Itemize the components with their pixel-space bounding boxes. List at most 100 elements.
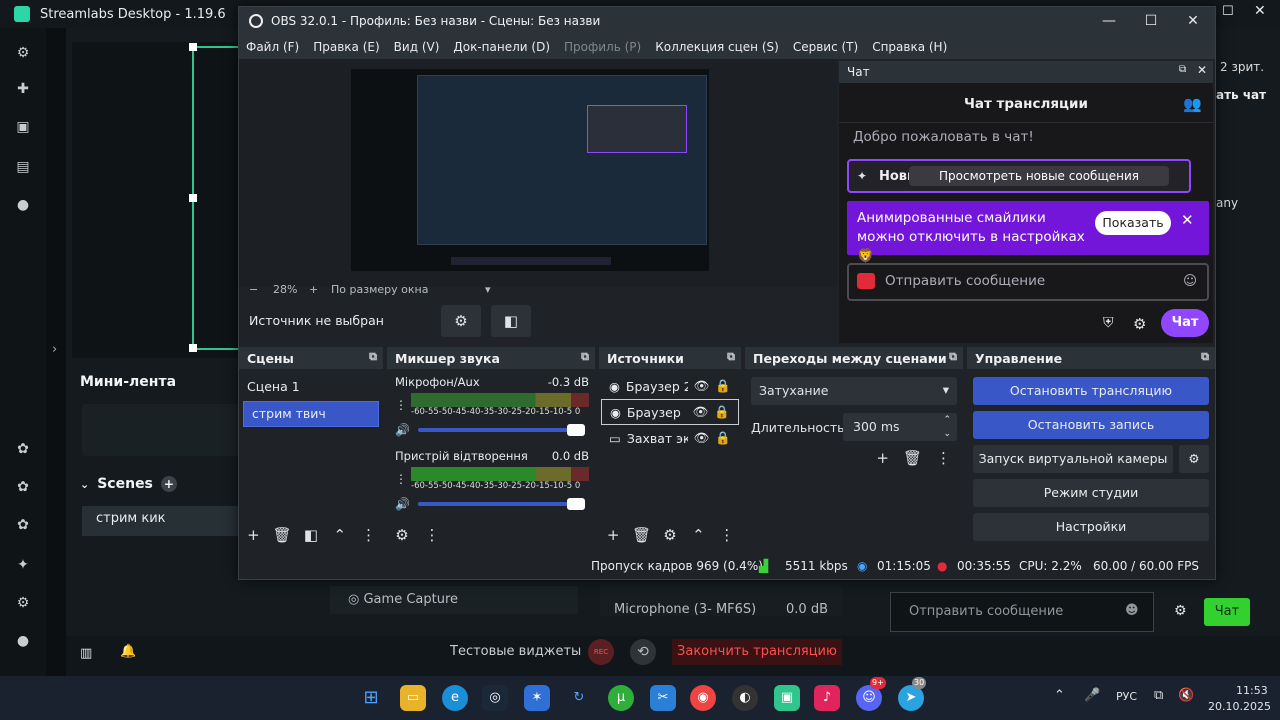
up-icon[interactable]: ⌃ bbox=[684, 526, 712, 544]
more-icon[interactable]: ⋮ bbox=[417, 526, 447, 544]
popout-icon[interactable]: ⧉ bbox=[1179, 64, 1186, 75]
preview-canvas[interactable] bbox=[351, 69, 709, 271]
test-widgets-button[interactable]: Тестовые виджеты bbox=[450, 644, 581, 659]
chevron-down-icon[interactable]: ⌄ bbox=[80, 478, 89, 491]
menu-help[interactable]: Справка (H) bbox=[865, 40, 954, 54]
duration-spinbox[interactable]: 300 ms ⌃ ⌄ bbox=[843, 413, 957, 441]
sl-chat-settings-icon[interactable]: ⚙ bbox=[1174, 603, 1187, 619]
emoji-icon[interactable]: ☺ bbox=[1183, 273, 1197, 289]
refresh-app-icon[interactable]: ↻ bbox=[566, 685, 592, 711]
sl-scene-item[interactable]: стрим кик bbox=[82, 506, 242, 536]
integration-icon[interactable]: ✿ bbox=[14, 516, 32, 534]
slider-knob[interactable] bbox=[567, 498, 585, 510]
settings-button[interactable]: Настройки bbox=[973, 513, 1209, 541]
obs-taskbar-icon[interactable]: ◐ bbox=[732, 685, 758, 711]
streamlabs-taskbar-icon[interactable]: ▣ bbox=[774, 685, 800, 711]
advanced-audio-icon[interactable]: ⚙ bbox=[387, 526, 417, 544]
filter-icon[interactable]: ◧ bbox=[297, 526, 326, 544]
add-icon[interactable]: + bbox=[599, 526, 627, 544]
channel-menu-icon[interactable]: ⋮ bbox=[395, 398, 407, 412]
tiktok-icon[interactable]: ♪ bbox=[814, 685, 840, 711]
sl-selection-frame[interactable] bbox=[189, 43, 240, 352]
more-icon[interactable]: ⋮ bbox=[936, 449, 951, 467]
chrome-icon[interactable]: ◉ bbox=[690, 685, 716, 711]
source-item-selected[interactable]: ◉ Браузер 👁 🔒 bbox=[601, 399, 739, 425]
source-properties-icon[interactable]: ⚙ bbox=[441, 305, 481, 337]
add-icon[interactable]: + bbox=[876, 449, 889, 467]
gear-icon[interactable]: ⚙ bbox=[656, 526, 684, 544]
more-icon[interactable]: ⋮ bbox=[713, 526, 741, 544]
utorrent-icon[interactable]: μ bbox=[608, 685, 634, 711]
menu-docks[interactable]: Док-панели (D) bbox=[446, 40, 557, 54]
discord-icon[interactable]: ✿ bbox=[14, 440, 32, 458]
resize-handle[interactable] bbox=[189, 194, 197, 202]
more-icon[interactable]: ⋮ bbox=[354, 526, 383, 544]
edge-icon[interactable]: e bbox=[442, 685, 468, 711]
fit-dropdown-icon[interactable]: ▾ bbox=[485, 283, 491, 296]
fit-select[interactable]: По размеру окна bbox=[331, 283, 428, 296]
add-icon[interactable]: + bbox=[239, 526, 268, 544]
sl-maximize-icon[interactable]: ☐ bbox=[1222, 4, 1234, 19]
puzzle-icon[interactable]: ✚ bbox=[14, 80, 32, 98]
slider-knob[interactable] bbox=[567, 424, 585, 436]
obs-preview[interactable] bbox=[239, 59, 837, 287]
lock-icon[interactable]: 🔒 bbox=[715, 378, 731, 394]
popout-icon[interactable]: ⧉ bbox=[1201, 350, 1209, 364]
editor-icon[interactable]: ⚙ bbox=[14, 44, 32, 62]
users-icon[interactable]: 👥 bbox=[1183, 95, 1202, 113]
sl-source-game-capture[interactable]: ◎ Game Capture bbox=[330, 586, 578, 614]
source-filters-icon[interactable]: ◧ bbox=[491, 305, 531, 337]
language-indicator[interactable]: РУС bbox=[1116, 690, 1137, 703]
mic-tray-icon[interactable]: 🎤 bbox=[1084, 688, 1100, 703]
chat-send-button[interactable]: Чат bbox=[1161, 309, 1209, 337]
eye-icon[interactable]: 👁 bbox=[694, 430, 710, 446]
clock-time[interactable]: 11:53 bbox=[1236, 684, 1268, 697]
transition-select[interactable]: Затухание ▾ bbox=[751, 377, 957, 405]
layers-icon[interactable]: ▤ bbox=[14, 158, 32, 176]
popout-icon[interactable]: ⧉ bbox=[949, 350, 957, 364]
spin-arrows-icon[interactable]: ⌃ ⌄ bbox=[943, 413, 951, 441]
up-icon[interactable]: ⌃ bbox=[325, 526, 354, 544]
stats-icon[interactable]: ▥ bbox=[80, 646, 92, 661]
settings-icon[interactable]: ⚙ bbox=[14, 594, 32, 612]
collapse-chevron-icon[interactable]: › bbox=[52, 342, 57, 357]
trash-icon[interactable]: 🗑 bbox=[268, 526, 297, 544]
menu-view[interactable]: Вид (V) bbox=[387, 40, 447, 54]
chat-link-fragment[interactable]: ать чат bbox=[1216, 88, 1266, 102]
virtual-camera-settings-icon[interactable]: ⚙ bbox=[1179, 445, 1209, 473]
zoom-out-icon[interactable]: − bbox=[249, 283, 258, 296]
lock-icon[interactable]: 🔒 bbox=[714, 404, 730, 420]
popout-icon[interactable]: ⧉ bbox=[369, 350, 377, 364]
menu-tools[interactable]: Сервис (T) bbox=[786, 40, 865, 54]
rec-button[interactable]: REC bbox=[588, 639, 614, 665]
stop-recording-button[interactable]: Остановить запись bbox=[973, 411, 1209, 439]
chat-settings-icon[interactable]: ⚙ bbox=[1133, 315, 1146, 333]
chart-icon[interactable]: ✿ bbox=[14, 478, 32, 496]
lock-icon[interactable]: 🔒 bbox=[715, 430, 731, 446]
popout-icon[interactable]: ⧉ bbox=[581, 350, 589, 364]
chat-close-icon[interactable]: ✕ bbox=[1197, 63, 1207, 77]
resize-handle[interactable] bbox=[189, 344, 197, 352]
steam-icon[interactable]: ◎ bbox=[482, 685, 508, 711]
source-item[interactable]: ◉ Браузер 2 👁 🔒 bbox=[601, 373, 739, 399]
tool-icon[interactable]: ✂ bbox=[650, 685, 676, 711]
speaker-icon[interactable]: 🔊 bbox=[395, 497, 410, 511]
source-item[interactable]: ▭ Захват эк 👁 🔒 bbox=[601, 425, 739, 451]
menu-profile[interactable]: Профиль (P) bbox=[557, 40, 648, 54]
replay-icon[interactable]: ⟲ bbox=[630, 639, 656, 665]
popout-icon[interactable]: ⧉ bbox=[727, 350, 735, 364]
sl-chat-send-button[interactable]: Чат bbox=[1204, 598, 1250, 626]
shield-icon[interactable]: ⛨ bbox=[1103, 315, 1114, 331]
menu-scene-collection[interactable]: Коллекция сцен (S) bbox=[648, 40, 786, 54]
explorer-icon[interactable]: ▭ bbox=[400, 685, 426, 711]
trash-icon[interactable]: 🗑 bbox=[903, 449, 922, 467]
close-icon[interactable]: ✕ bbox=[1171, 7, 1215, 35]
volume-slider[interactable] bbox=[417, 498, 585, 510]
clock-date[interactable]: 20.10.2025 bbox=[1208, 700, 1271, 713]
zoom-in-icon[interactable]: + bbox=[309, 283, 318, 296]
maximize-icon[interactable]: ☐ bbox=[1129, 7, 1173, 35]
resize-handle[interactable] bbox=[189, 43, 197, 51]
new-messages-button[interactable]: Просмотреть новые сообщения bbox=[909, 166, 1169, 186]
scene-item[interactable]: Сцена 1 bbox=[239, 375, 383, 401]
eye-icon[interactable]: 👁 bbox=[693, 404, 709, 420]
